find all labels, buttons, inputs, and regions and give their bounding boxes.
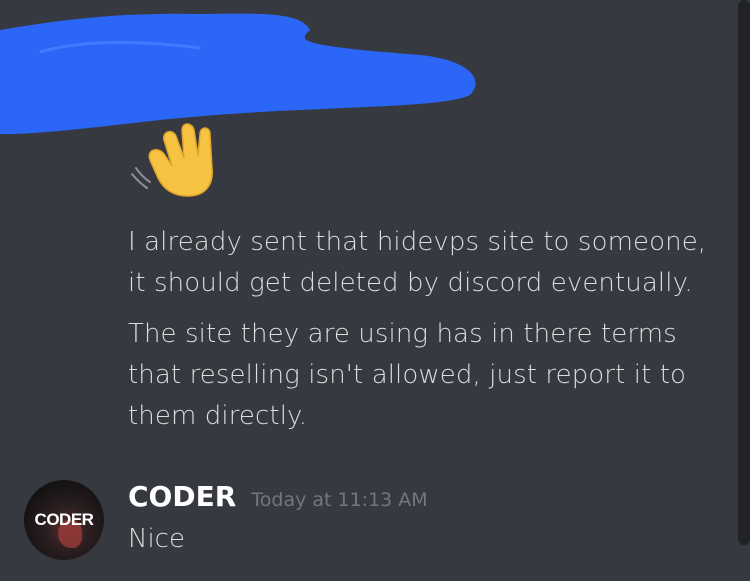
waving-hand-emoji <box>131 123 213 197</box>
message-text: I already sent that hidevps site to some… <box>128 227 707 298</box>
avatar-text: CODER <box>34 510 94 529</box>
scrollbar[interactable] <box>738 0 750 545</box>
username[interactable]: CODER <box>128 480 236 513</box>
reply-message-text: Nice <box>128 524 185 554</box>
redaction-scribble <box>0 13 476 135</box>
timestamp: Today at 11:13 AM <box>251 489 428 511</box>
message-text: The site they are using has in there ter… <box>128 319 687 431</box>
message-header: CODER Today at 11:13 AM <box>128 480 428 520</box>
avatar[interactable]: CODER <box>24 480 104 560</box>
